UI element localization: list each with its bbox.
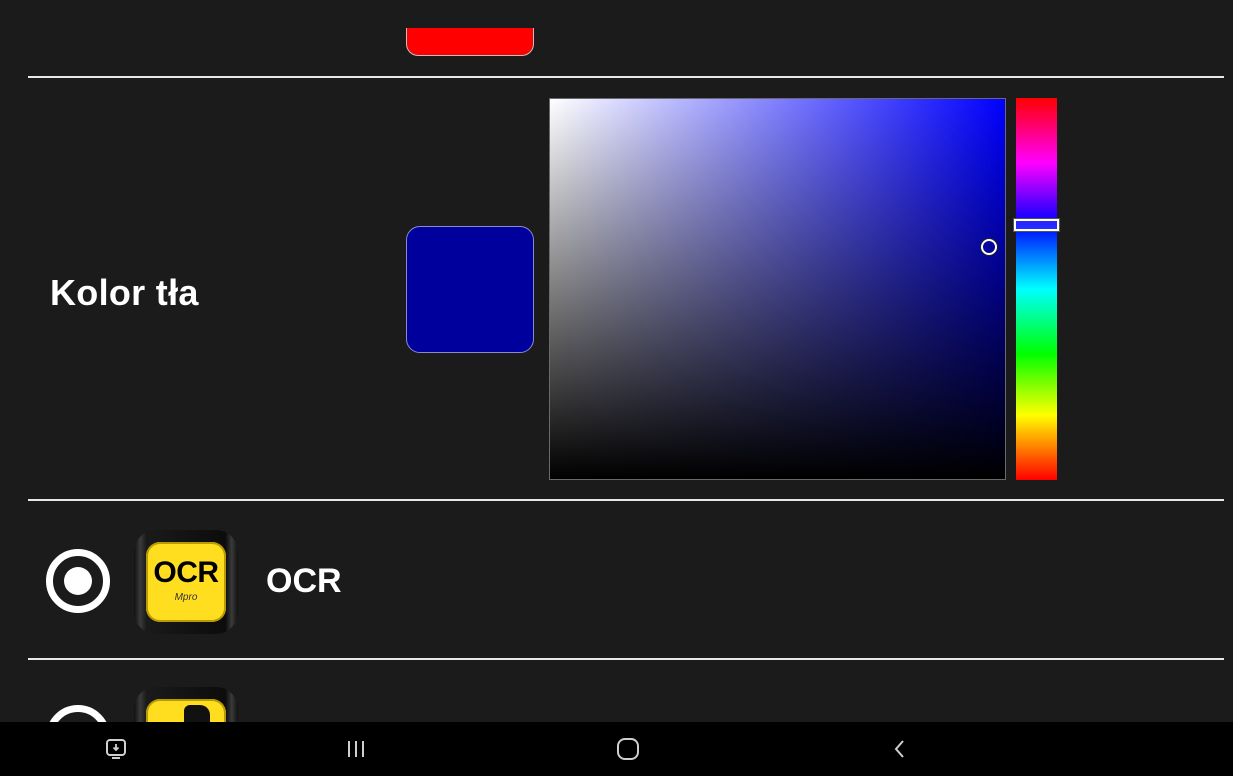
ocr-mpro-app-icon: OCR Mpro — [134, 530, 238, 634]
app-name-ocr[interactable]: OCR — [266, 562, 342, 601]
color-picker-cursor[interactable] — [981, 239, 998, 256]
recents-icon — [348, 741, 364, 757]
icon-text: OCR — [153, 556, 219, 589]
background-color-label: Kolor tła — [50, 272, 199, 313]
brightness-gradient — [550, 99, 1005, 479]
navigation-bar — [0, 722, 1233, 776]
hue-slider[interactable] — [1014, 98, 1059, 480]
home-icon — [617, 738, 639, 760]
current-color-swatch — [406, 226, 534, 353]
screen: Kolor tła OCR Mpro OCR — [0, 0, 1233, 776]
saturation-brightness-picker[interactable] — [549, 98, 1006, 480]
divider — [28, 658, 1224, 660]
app-icon-face: OCR Mpro — [146, 542, 226, 622]
screen-share-button[interactable] — [86, 722, 146, 776]
divider — [28, 76, 1224, 78]
previous-color-swatch[interactable] — [406, 28, 534, 56]
recents-button[interactable] — [326, 722, 386, 776]
radio-selected-dot — [64, 567, 92, 595]
divider — [28, 499, 1224, 501]
screen-share-icon — [106, 739, 126, 759]
back-icon — [894, 740, 904, 758]
icon-subtext: Mpro — [174, 592, 198, 603]
hue-slider-handle[interactable] — [1014, 219, 1059, 232]
home-button[interactable] — [598, 722, 658, 776]
radio-button-ocr[interactable] — [46, 549, 110, 613]
back-button[interactable] — [870, 722, 930, 776]
